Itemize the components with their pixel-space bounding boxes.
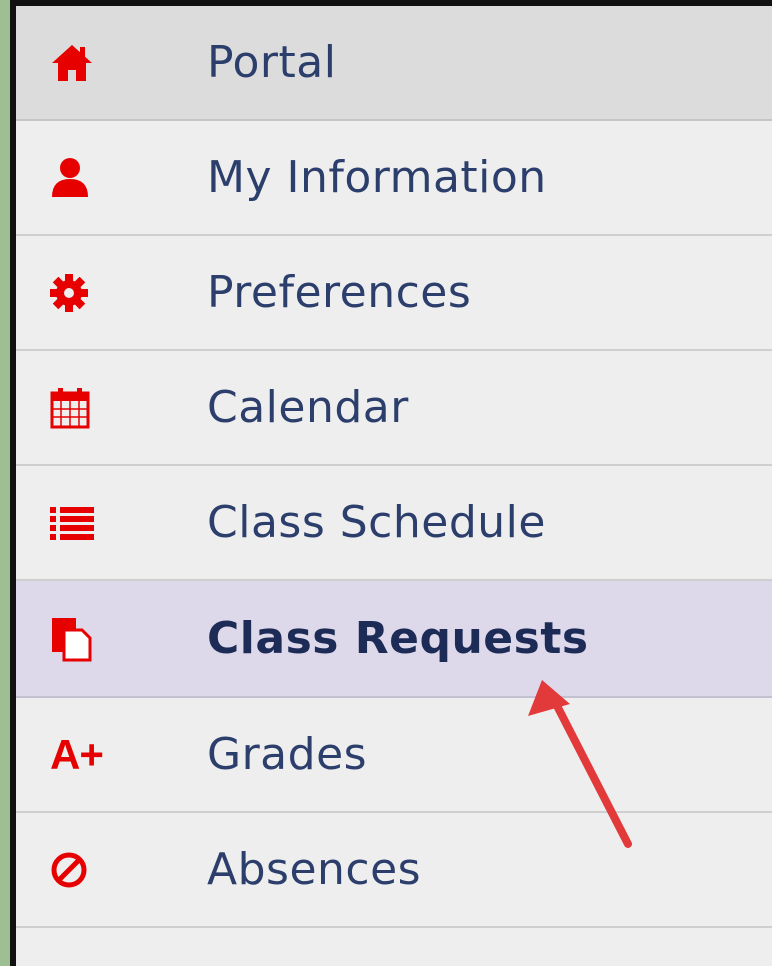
documents-icon xyxy=(50,616,100,662)
ban-icon xyxy=(50,847,100,893)
menu-item-calendar[interactable]: Calendar xyxy=(16,351,772,466)
side-menu: Portal My Information Preferences Calend… xyxy=(16,6,772,966)
calendar-icon xyxy=(50,385,100,431)
menu-item-label: Calendar xyxy=(207,382,409,433)
menu-item-label: Portal xyxy=(207,37,337,88)
menu-item-grades[interactable]: A+ Grades xyxy=(16,698,772,813)
menu-item-label: Preferences xyxy=(207,267,472,318)
menu-item-label: Class Schedule xyxy=(207,497,546,548)
menu-item-label: Grades xyxy=(207,729,368,780)
menu-item-class-requests[interactable]: Class Requests xyxy=(16,581,772,698)
menu-item-label: My Information xyxy=(207,152,547,203)
menu-item-label: Absences xyxy=(207,844,422,895)
menu-item-class-schedule[interactable]: Class Schedule xyxy=(16,466,772,581)
grades-icon: A+ xyxy=(50,730,104,778)
list-icon xyxy=(50,500,100,546)
gear-icon xyxy=(50,270,100,316)
menu-item-portal[interactable]: Portal xyxy=(16,6,772,121)
user-icon xyxy=(50,155,100,201)
menu-item-absences[interactable]: Absences xyxy=(16,813,772,928)
menu-item-preferences[interactable]: Preferences xyxy=(16,236,772,351)
menu-item-label: Class Requests xyxy=(207,613,589,664)
home-icon xyxy=(50,40,100,86)
menu-item-my-information[interactable]: My Information xyxy=(16,121,772,236)
